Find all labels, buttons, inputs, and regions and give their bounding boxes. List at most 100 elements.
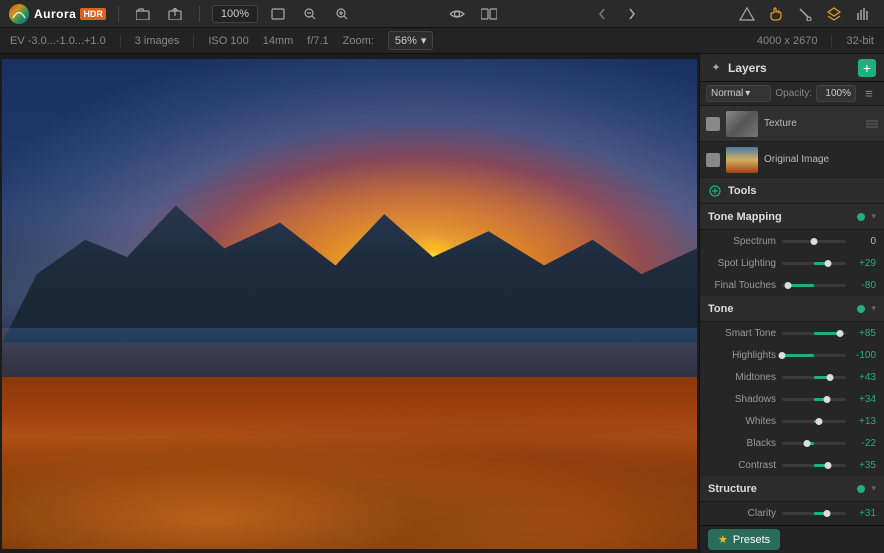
tone-mapping-arrow: ▾: [871, 211, 876, 222]
layers-panel-button[interactable]: [821, 3, 847, 25]
zoom-in-button[interactable]: [330, 4, 354, 24]
brush-tool-button[interactable]: [792, 3, 818, 25]
eye-preview-button[interactable]: [445, 4, 469, 24]
midtones-value: +43: [846, 372, 876, 383]
layer-visibility-original[interactable]: [706, 153, 720, 167]
presets-label: Presets: [733, 534, 770, 546]
hdr-badge: HDR: [80, 8, 106, 20]
smart-tone-value: +85: [846, 328, 876, 339]
highlights-value: -100: [846, 350, 876, 361]
layer-thumbnail-original: [726, 147, 758, 173]
right-panel: ✦ Layers + Normal▾ Opacity: 100% ≡ Textu…: [699, 54, 884, 553]
layer-settings-icon[interactable]: [866, 118, 878, 130]
whites-label: Whites: [710, 416, 782, 427]
midtones-label: Midtones: [710, 372, 782, 383]
photo-grass: [2, 402, 697, 549]
clarity-label: Clarity: [710, 508, 782, 519]
separator: [199, 6, 200, 22]
highlights-slider[interactable]: [782, 354, 846, 357]
spot-lighting-slider[interactable]: [782, 262, 846, 265]
separator: [118, 6, 119, 22]
add-layer-button[interactable]: +: [858, 59, 876, 77]
bit-depth-info: 32-bit: [846, 35, 874, 47]
opacity-value: 100%: [816, 85, 856, 102]
info-bar: EV -3.0...-1.0...+1.0 3 images ISO 100 1…: [0, 28, 884, 54]
shadows-value: +34: [846, 394, 876, 405]
tone-dot: [857, 305, 865, 313]
whites-slider[interactable]: [782, 420, 846, 423]
histogram-button[interactable]: [850, 3, 876, 25]
tools-title: Tools: [728, 185, 876, 197]
zoom-out-button[interactable]: [298, 4, 322, 24]
focal-info: 14mm: [263, 35, 294, 47]
smart-tone-slider[interactable]: [782, 332, 846, 335]
app-logo: Aurora HDR: [8, 3, 106, 25]
contrast-slider[interactable]: [782, 464, 846, 467]
panel-scroll[interactable]: Tools Tone Mapping ▾ Spectrum 0 Spot Lig…: [700, 178, 884, 525]
whites-value: +13: [846, 416, 876, 427]
aurora-logo-icon: [8, 3, 30, 25]
blacks-value: -22: [846, 438, 876, 449]
tone-title: Tone: [708, 303, 851, 315]
spot-lighting-row: Spot Lighting +29: [700, 252, 884, 274]
layer-name-texture: Texture: [764, 118, 860, 129]
shadows-row: Shadows +34: [700, 388, 884, 410]
presets-star-icon: ★: [718, 533, 728, 546]
canvas-area[interactable]: [0, 54, 699, 553]
forward-nav-button[interactable]: [621, 4, 643, 24]
final-touches-row: Final Touches -80: [700, 274, 884, 296]
shadows-slider[interactable]: [782, 398, 846, 401]
smart-tone-row: Smart Tone +85: [700, 322, 884, 344]
layers-star-icon: ✦: [708, 60, 724, 76]
structure-arrow: ▾: [871, 483, 876, 494]
layer-thumbnail-texture: [726, 111, 758, 137]
final-touches-value: -80: [846, 280, 876, 291]
ev-info: EV -3.0...-1.0...+1.0: [10, 35, 106, 47]
app-name: Aurora: [34, 7, 76, 21]
structure-dot: [857, 485, 865, 493]
final-touches-slider[interactable]: [782, 284, 846, 287]
structure-title: Structure: [708, 483, 851, 495]
spectrum-label: Spectrum: [710, 236, 782, 247]
top-bar: Aurora HDR 100%: [0, 0, 884, 28]
export-button[interactable]: [163, 4, 187, 24]
layers-menu-button[interactable]: ≡: [860, 85, 878, 103]
blacks-label: Blacks: [710, 438, 782, 449]
iso-info: ISO 100: [208, 35, 248, 47]
spectrum-value: 0: [846, 236, 876, 247]
compare-button[interactable]: [477, 4, 501, 24]
blend-mode-selector[interactable]: Normal▾: [706, 85, 771, 102]
fit-screen-button[interactable]: [266, 4, 290, 24]
tone-mapping-title: Tone Mapping: [708, 211, 851, 223]
midtones-slider[interactable]: [782, 376, 846, 379]
tools-icon: [708, 184, 722, 198]
tone-header[interactable]: Tone ▾: [700, 296, 884, 322]
clarity-value: +31: [846, 508, 876, 519]
zoom-selector[interactable]: 56% ▾: [388, 31, 434, 50]
spot-lighting-value: +29: [846, 258, 876, 269]
layers-header: ✦ Layers +: [700, 54, 884, 82]
dimensions-info: 4000 x 2670: [757, 35, 818, 47]
layer-visibility-texture[interactable]: [706, 117, 720, 131]
final-touches-label: Final Touches: [710, 280, 782, 291]
smart-tone-label: Smart Tone: [710, 328, 782, 339]
back-nav-button[interactable]: [591, 4, 613, 24]
grid-icon-button[interactable]: [734, 3, 760, 25]
spectrum-row: Spectrum 0: [700, 230, 884, 252]
blacks-slider[interactable]: [782, 442, 846, 445]
structure-header[interactable]: Structure ▾: [700, 476, 884, 502]
tone-mapping-dot: [857, 213, 865, 221]
presets-button[interactable]: ★ Presets: [708, 529, 780, 550]
contrast-row: Contrast +35: [700, 454, 884, 476]
open-file-button[interactable]: [131, 4, 155, 24]
tone-mapping-header[interactable]: Tone Mapping ▾: [700, 204, 884, 230]
layer-item-texture[interactable]: Texture: [700, 106, 884, 142]
layer-item-original[interactable]: Original Image: [700, 142, 884, 178]
clarity-slider[interactable]: [782, 512, 846, 515]
tools-section-header[interactable]: Tools: [700, 178, 884, 204]
clarity-row: Clarity +31: [700, 502, 884, 524]
hand-tool-button[interactable]: [763, 3, 789, 25]
layers-controls: Normal▾ Opacity: 100% ≡: [700, 82, 884, 106]
spectrum-slider[interactable]: [782, 240, 846, 243]
bottom-bar: ★ Presets: [700, 525, 884, 553]
